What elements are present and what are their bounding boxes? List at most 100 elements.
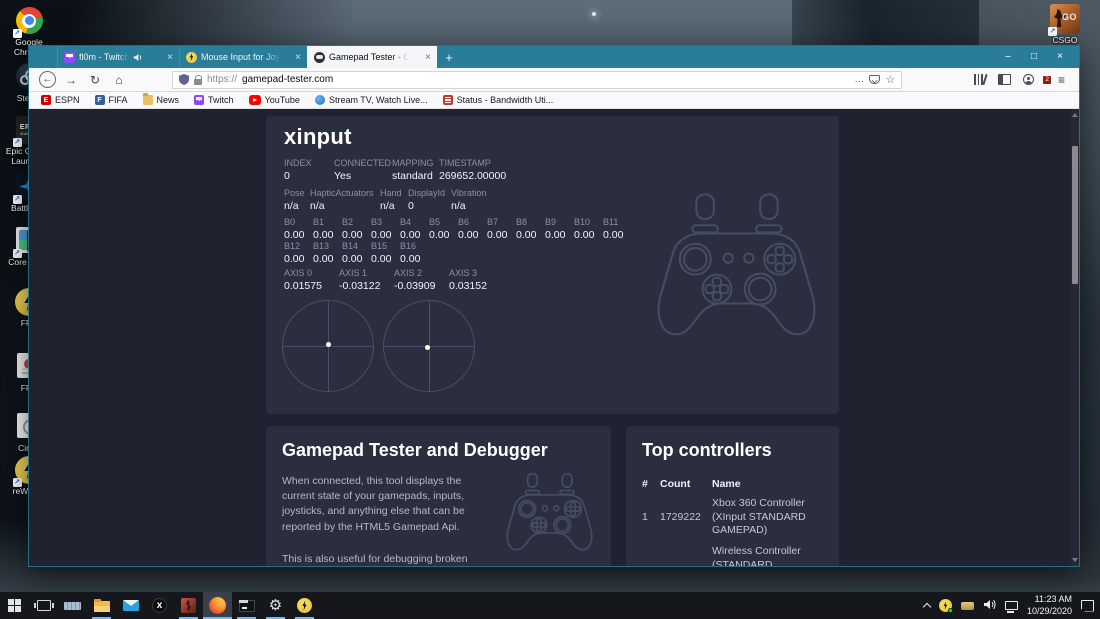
scrollbar-thumb[interactable]: [1072, 146, 1078, 284]
desktop-icon-csgo[interactable]: GO↗ CSGO: [1036, 4, 1094, 46]
globe-icon: [315, 95, 325, 105]
browser-navbar: ← → ↻ ⌂ https://gamepad-tester.com … ☆ 2…: [29, 68, 1079, 92]
toolbar-icons: 2 ≡: [974, 73, 1069, 87]
taskbar-mail[interactable]: [116, 592, 145, 619]
taskbar-game-app[interactable]: [174, 592, 203, 619]
tab-close-icon[interactable]: ×: [295, 52, 301, 63]
forward-button[interactable]: →: [62, 71, 80, 89]
folder-icon: [143, 95, 153, 105]
tray-expand-chevron-icon[interactable]: [923, 603, 931, 611]
about-card: Gamepad Tester and Debugger When connect…: [266, 426, 611, 566]
close-button[interactable]: ×: [1047, 46, 1073, 68]
mail-icon: [123, 600, 139, 611]
window-controls: – □ ×: [995, 46, 1073, 68]
browser-titlebar: fl0m - Twitch × Mouse Input for Joystick…: [29, 46, 1079, 68]
taskbar-xbox[interactable]: x: [145, 592, 174, 619]
xinput-buttons-row-2: B120.00 B130.00 B140.00 B150.00 B160.00: [284, 241, 429, 265]
tab-close-icon[interactable]: ×: [425, 52, 431, 63]
twitch-favicon: [64, 52, 75, 63]
shortcut-arrow-icon: ↗: [13, 138, 22, 147]
lock-icon[interactable]: [194, 79, 202, 85]
bookmark-status[interactable]: Status - Bandwidth Uti...: [443, 95, 554, 105]
minimize-button[interactable]: –: [995, 46, 1021, 68]
status-dot: [948, 608, 953, 613]
library-icon[interactable]: [974, 74, 986, 85]
system-tray: 11:23 AM 10/29/2020: [924, 592, 1100, 619]
volume-icon[interactable]: [983, 597, 996, 615]
xinput-axes-row: AXIS 00.01575 AXIS 1-0.03122 AXIS 2-0.03…: [284, 268, 504, 292]
terminal-icon: [239, 600, 255, 612]
bookmark-twitch[interactable]: Twitch: [194, 95, 234, 105]
tab-audio-icon[interactable]: [133, 53, 143, 62]
taskbar-firefox[interactable]: [203, 592, 232, 619]
bookmark-star-icon[interactable]: ☆: [885, 73, 895, 86]
firefox-icon: [209, 597, 226, 614]
bookmark-espn[interactable]: EESPN: [41, 95, 80, 105]
task-view-button[interactable]: [29, 592, 58, 619]
action-center-icon[interactable]: [1081, 600, 1094, 612]
xinput-title: xinput: [284, 124, 352, 150]
tab-rewasd-article[interactable]: Mouse Input for Joystick - reW ×: [179, 46, 307, 68]
scrollbar-up-arrow[interactable]: [1072, 113, 1078, 117]
taskbar-clock[interactable]: 11:23 AM 10/29/2020: [1027, 594, 1072, 617]
keyboard-icon: [64, 602, 81, 610]
xinput-info-row-1: INDEX0 CONNECTEDYes MAPPINGstandard TIME…: [284, 158, 506, 182]
back-button[interactable]: ←: [39, 71, 56, 88]
moon: [592, 12, 596, 16]
new-tab-button[interactable]: +: [437, 46, 461, 68]
tab-title: Gamepad Tester - Check Contr: [329, 52, 409, 62]
tab-title: Mouse Input for Joystick - reW: [201, 52, 281, 62]
about-title: Gamepad Tester and Debugger: [282, 440, 548, 461]
tab-close-icon[interactable]: ×: [167, 52, 173, 63]
bookmark-folder-news[interactable]: News: [143, 95, 180, 105]
maximize-button[interactable]: □: [1021, 46, 1047, 68]
shortcut-arrow-icon: ↗: [13, 29, 22, 38]
tab-twitch[interactable]: fl0m - Twitch ×: [57, 46, 179, 68]
url-domain: gamepad-tester.com: [242, 74, 333, 85]
network-icon[interactable]: [1005, 601, 1018, 610]
url-bar[interactable]: https://gamepad-tester.com … ☆: [172, 71, 902, 89]
clock-time: 11:23 AM: [1027, 594, 1072, 605]
reload-button[interactable]: ↻: [86, 71, 104, 89]
tab-gamepad-tester[interactable]: Gamepad Tester - Check Contr ×: [307, 46, 437, 68]
desktop: ↗ Google Chrome Steam EPICGAMES↗ Epic Ga…: [0, 0, 1100, 619]
tray-rewasd-icon[interactable]: [939, 599, 952, 612]
gamepad-outline-small: [502, 472, 597, 557]
hamburger-menu-icon[interactable]: ≡: [1058, 73, 1065, 87]
home-button[interactable]: ⌂: [110, 71, 128, 89]
status-icon: [443, 95, 453, 105]
taskbar-settings[interactable]: ⚙: [261, 592, 290, 619]
pocket-icon[interactable]: [869, 75, 880, 84]
bookmark-stream-tv[interactable]: Stream TV, Watch Live...: [315, 95, 428, 105]
xinput-card: xinput INDEX0 CONNECTEDYes MAPPINGstanda…: [266, 116, 839, 414]
twitch-icon: [194, 95, 204, 105]
rewasd-icon: [297, 598, 312, 613]
taskbar-rewasd[interactable]: [290, 592, 319, 619]
tracking-protection-shield-icon[interactable]: [179, 74, 189, 85]
left-stick-dot: [326, 342, 331, 347]
shortcut-arrow-icon: ↗: [1048, 27, 1057, 36]
bookmarks-bar: EESPN FFIFA News Twitch YouTube Stream T…: [29, 92, 1079, 109]
sidebar-icon[interactable]: [998, 74, 1011, 85]
page-scrollbar[interactable]: [1071, 109, 1079, 566]
account-icon[interactable]: [1023, 74, 1034, 85]
bookmark-youtube[interactable]: YouTube: [249, 95, 300, 105]
top-controllers-table: # Count Name 1 1729222 Xbox 360 Controll…: [642, 478, 827, 566]
tray-app-icon[interactable]: [961, 602, 974, 610]
taskbar-terminal[interactable]: [232, 592, 261, 619]
tab-strip: fl0m - Twitch × Mouse Input for Joystick…: [57, 46, 461, 68]
xinput-info-row-2: Posen/a HapticActuatorsn/a Handn/a Displ…: [284, 188, 486, 212]
red-app-icon: [181, 598, 196, 613]
tab-title: fl0m - Twitch: [79, 52, 129, 62]
about-paragraph-1: When connected, this tool displays the c…: [282, 474, 494, 535]
taskbar-keyboard-app[interactable]: [58, 592, 87, 619]
gear-icon: ⚙: [269, 598, 282, 613]
page-actions-icon[interactable]: …: [854, 74, 864, 85]
scrollbar-down-arrow[interactable]: [1072, 558, 1078, 562]
gamepad-outline-illustration: [649, 192, 824, 347]
bookmark-fifa[interactable]: FFIFA: [95, 95, 128, 105]
taskbar-file-explorer[interactable]: [87, 592, 116, 619]
start-button[interactable]: [0, 592, 29, 619]
task-view-icon: [37, 600, 51, 611]
table-row: 1 1729222 Xbox 360 Controller (XInput ST…: [642, 497, 827, 538]
